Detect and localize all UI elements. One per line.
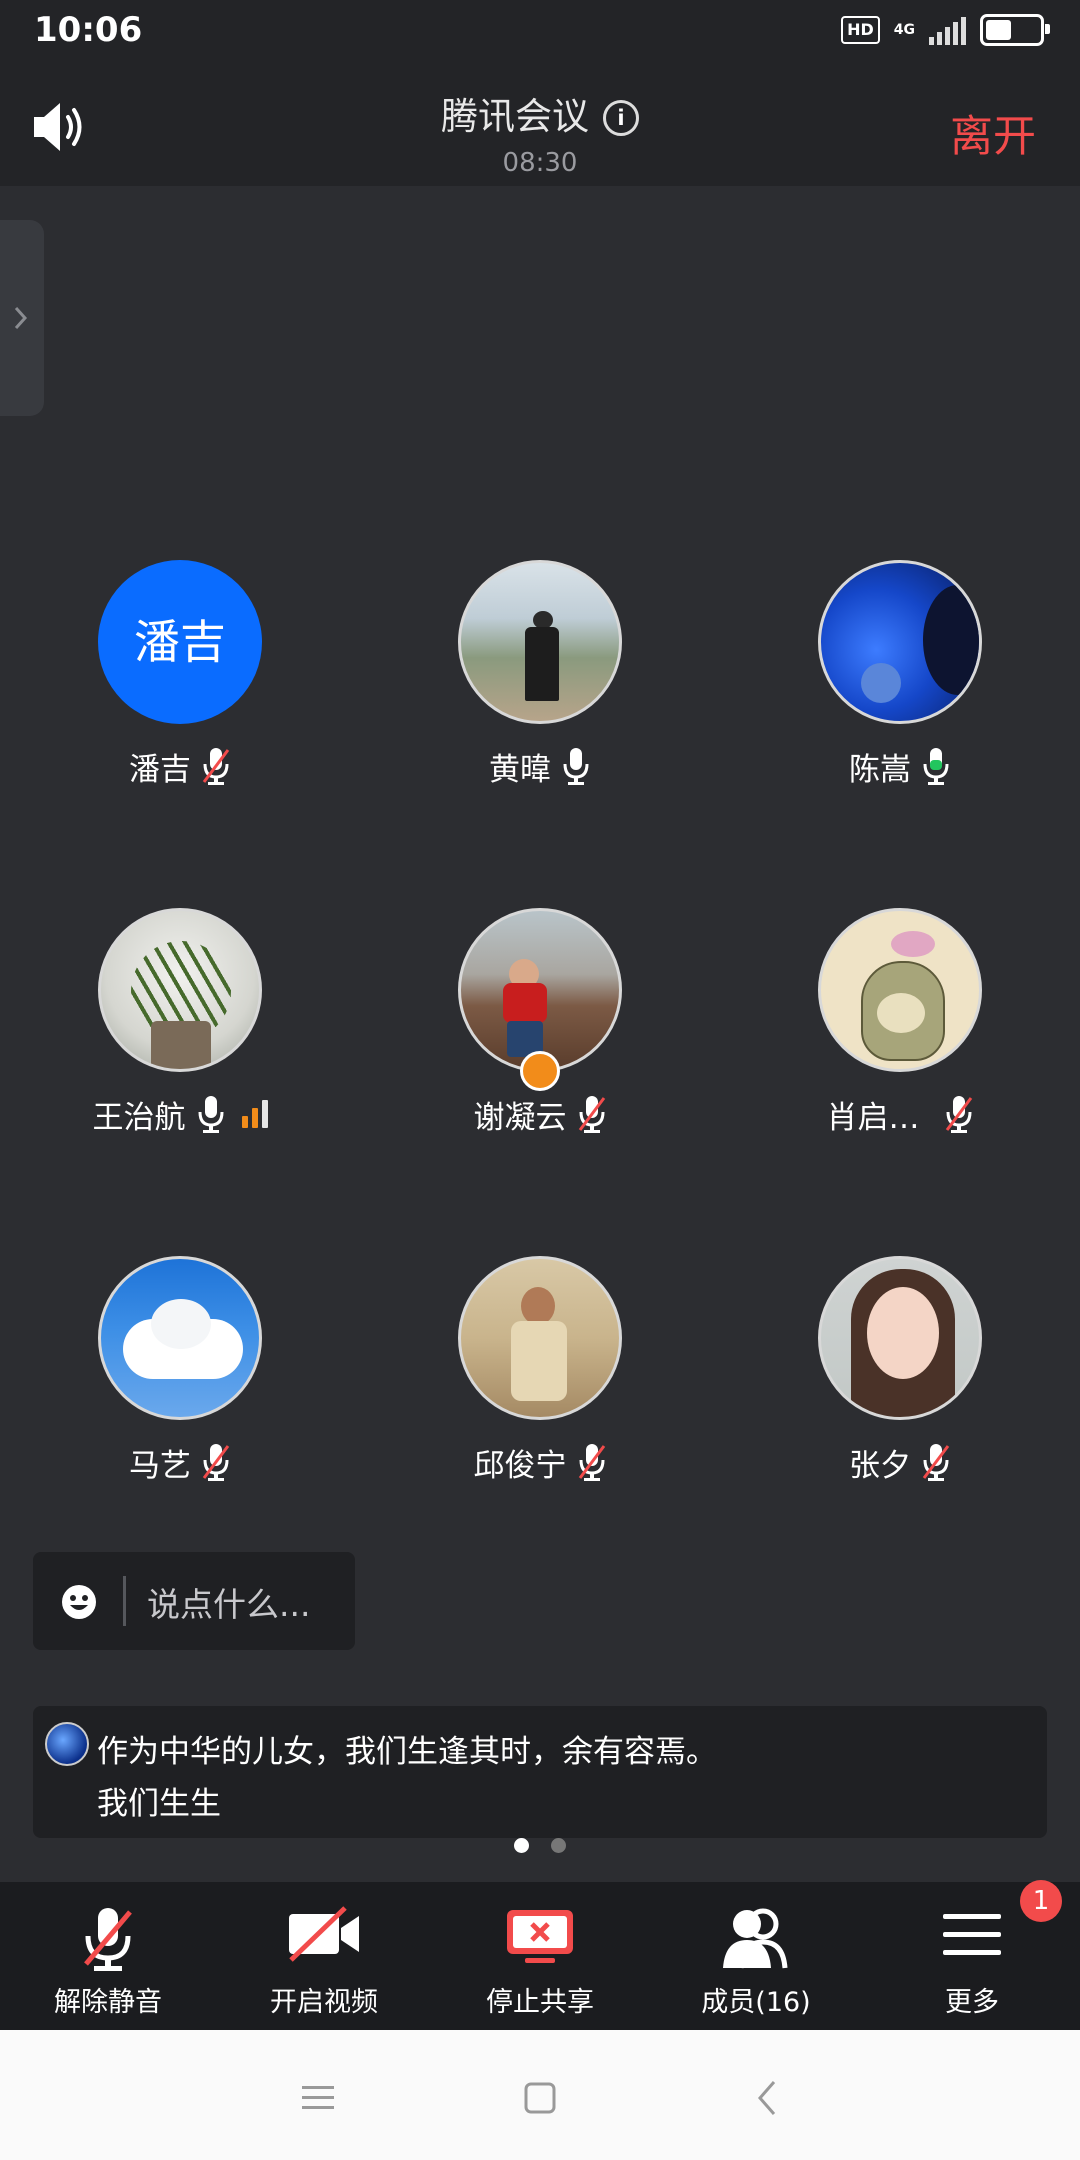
mic-muted-icon bbox=[922, 1444, 950, 1481]
meeting-header: 腾讯会议 i 08:30 离开 bbox=[0, 66, 1080, 186]
participant-name: 潘吉 bbox=[129, 751, 191, 788]
notification-badge: 1 bbox=[1020, 1880, 1062, 1922]
avatar bbox=[45, 1722, 89, 1766]
participant-tile[interactable]: 黄暐 bbox=[360, 560, 720, 788]
stop-share-icon bbox=[507, 1910, 573, 1963]
participant-tile[interactable]: 张夕 bbox=[720, 1256, 1080, 1484]
message-text: 作为中华的儿女，我们生逢其时，余有容焉。 bbox=[97, 1734, 717, 1770]
start-video-button[interactable]: 开启视频 bbox=[216, 1882, 432, 2030]
signal-icon bbox=[929, 15, 966, 45]
avatar: 潘吉 bbox=[98, 560, 262, 724]
participant-name: 王治航 bbox=[92, 1099, 186, 1136]
participant-tile[interactable]: 邱俊宁 bbox=[360, 1256, 720, 1484]
chat-input[interactable]: 说点什么... bbox=[33, 1552, 355, 1650]
stop-share-button[interactable]: 停止共享 bbox=[432, 1882, 648, 2030]
mic-muted-icon bbox=[202, 748, 230, 785]
page-dot[interactable] bbox=[551, 1838, 566, 1853]
menu-icon bbox=[943, 1914, 1001, 1955]
network-type: 4G bbox=[893, 22, 915, 38]
status-time: 10:06 bbox=[34, 10, 143, 50]
menu-icon[interactable] bbox=[298, 2078, 338, 2118]
chevron-right-icon bbox=[14, 306, 28, 330]
mic-muted-icon bbox=[578, 1444, 605, 1481]
start-video-label: 开启视频 bbox=[270, 1987, 378, 2018]
divider bbox=[123, 1576, 126, 1626]
participant-name: 陈嵩 bbox=[849, 751, 911, 788]
participant-tile[interactable]: 王治航 bbox=[0, 908, 360, 1136]
chat-placeholder: 说点什么... bbox=[147, 1585, 311, 1624]
participant-tile[interactable]: 马艺 bbox=[0, 1256, 360, 1484]
host-icon bbox=[520, 1051, 560, 1091]
status-icons: HD 4G bbox=[841, 14, 1050, 46]
participant-name: 马艺 bbox=[129, 1447, 191, 1484]
hd-icon: HD bbox=[841, 16, 880, 44]
unmute-label: 解除静音 bbox=[54, 1987, 162, 2018]
avatar bbox=[98, 908, 262, 1072]
participant-tile[interactable]: 陈嵩 bbox=[720, 560, 1080, 788]
mic-icon bbox=[563, 748, 589, 785]
meeting-title-area: 腾讯会议 i 08:30 bbox=[0, 86, 1080, 178]
system-nav-bar bbox=[0, 2030, 1080, 2160]
meeting-toolbar: 解除静音 开启视频 停止共享 成员(16) 1 更多 bbox=[0, 1880, 1080, 2030]
side-panel-handle[interactable] bbox=[0, 220, 44, 416]
battery-icon bbox=[980, 14, 1050, 46]
status-bar: 10:06 HD 4G bbox=[0, 0, 1080, 66]
back-icon[interactable] bbox=[748, 2078, 788, 2118]
mic-muted-icon bbox=[84, 1908, 132, 1971]
home-icon[interactable] bbox=[520, 2078, 560, 2118]
mic-icon bbox=[198, 1096, 223, 1133]
chat-message: 作为中华的儿女，我们生逢其时，余有容焉。 我们生生 bbox=[33, 1706, 1047, 1838]
avatar bbox=[818, 560, 982, 724]
participant-name: 邱俊宁 bbox=[473, 1447, 567, 1484]
avatar bbox=[98, 1256, 262, 1420]
participant-tile[interactable]: 肖启… bbox=[720, 908, 1080, 1136]
mic-muted-icon bbox=[202, 1444, 230, 1481]
participant-name: 谢凝云 bbox=[473, 1099, 567, 1136]
participant-tile[interactable]: 潘吉 潘吉 bbox=[0, 560, 360, 788]
more-label: 更多 bbox=[945, 1987, 999, 2018]
avatar bbox=[458, 908, 622, 1072]
leave-button[interactable]: 离开 bbox=[950, 102, 1036, 164]
members-button[interactable]: 成员(16) bbox=[648, 1882, 864, 2030]
emoji-icon[interactable] bbox=[61, 1584, 97, 1620]
participant-name: 肖启… bbox=[826, 1099, 920, 1136]
more-button[interactable]: 1 更多 bbox=[864, 1880, 1080, 2030]
participant-tile[interactable]: 谢凝云 bbox=[360, 908, 720, 1136]
video-off-icon bbox=[289, 1906, 359, 1962]
page-dot[interactable] bbox=[514, 1838, 529, 1853]
meeting-title: 腾讯会议 bbox=[441, 95, 589, 138]
participant-name: 黄暐 bbox=[489, 751, 551, 788]
participant-name: 张夕 bbox=[849, 1447, 911, 1484]
mic-muted-icon bbox=[945, 1096, 972, 1133]
avatar bbox=[458, 560, 622, 724]
members-icon bbox=[723, 1908, 788, 1969]
mic-speaking-icon bbox=[923, 748, 949, 785]
avatar bbox=[818, 1256, 982, 1420]
avatar bbox=[458, 1256, 622, 1420]
meeting-duration: 08:30 bbox=[502, 148, 578, 178]
unmute-button[interactable]: 解除静音 bbox=[0, 1882, 216, 2030]
message-text: 我们生生 bbox=[97, 1786, 221, 1822]
page-indicator bbox=[0, 1838, 1080, 1853]
avatar bbox=[818, 908, 982, 1072]
mic-muted-icon bbox=[578, 1096, 605, 1133]
network-signal-icon bbox=[241, 1100, 268, 1128]
stop-share-label: 停止共享 bbox=[486, 1987, 594, 2018]
members-label: 成员(16) bbox=[701, 1987, 811, 2018]
info-icon[interactable]: i bbox=[603, 100, 639, 136]
